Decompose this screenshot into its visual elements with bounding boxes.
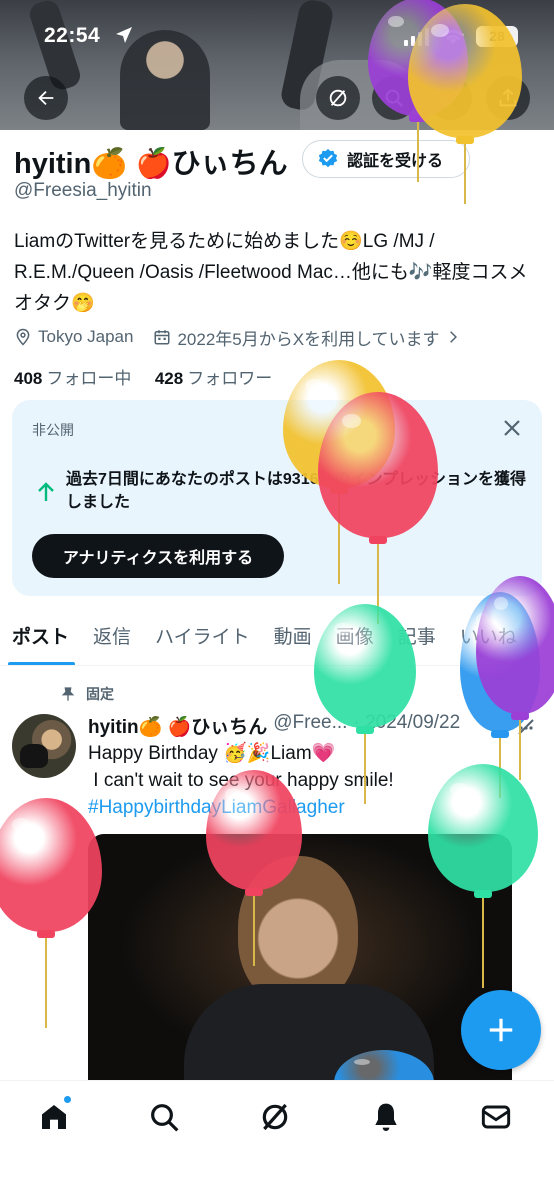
post-author-name[interactable]: hyitin🍊 🍎ひぃちん	[88, 712, 267, 739]
location-pin-icon	[16, 328, 30, 346]
nav-search[interactable]	[148, 1101, 184, 1137]
following-label: フォロー中	[46, 369, 132, 388]
growth-arrow-icon	[38, 482, 54, 501]
banner-photo-figure	[120, 30, 210, 130]
tab-highlights[interactable]: ハイライト	[143, 612, 262, 665]
notifications-bell-icon	[375, 1103, 397, 1131]
profile-display-name: hyitin🍊 🍎ひぃちん	[14, 148, 288, 180]
profile-location: Tokyo Japan	[38, 327, 134, 346]
nav-messages[interactable]	[480, 1101, 516, 1137]
following-count: 408	[14, 369, 43, 388]
nav-notifications[interactable]	[370, 1101, 406, 1137]
profile-meta: Tokyo Japan 2022年5月からXを利用しています	[14, 324, 466, 350]
nav-grok[interactable]	[259, 1101, 295, 1137]
home-icon	[42, 1105, 66, 1129]
followers-count: 428	[154, 369, 184, 388]
grok-icon	[329, 89, 347, 107]
messages-icon	[481, 1105, 511, 1129]
balloon	[476, 576, 554, 786]
pinned-indicator: 固定	[60, 684, 114, 704]
grok-button[interactable]	[316, 76, 360, 120]
balloon	[206, 770, 302, 972]
private-label: 非公開	[32, 422, 74, 438]
balloon	[318, 392, 438, 630]
search-icon	[151, 1104, 179, 1132]
close-icon[interactable]	[500, 416, 524, 440]
compose-post-button[interactable]	[461, 990, 541, 1070]
grok-icon	[262, 1103, 288, 1131]
back-button[interactable]	[24, 76, 68, 120]
verified-badge-icon	[318, 148, 338, 168]
avatar-cat-shape	[20, 744, 48, 768]
avatar[interactable]	[12, 714, 76, 778]
pin-icon	[61, 687, 75, 701]
balloon	[408, 4, 522, 210]
profile-joined-date[interactable]: 2022年5月からXを利用しています	[177, 325, 439, 350]
plus-icon	[489, 1018, 513, 1042]
profile-handle: @Freesia_hyitin	[14, 180, 152, 201]
analytics-card: 非公開 過去7日間にあなたのポストは9316件のインプレッションを獲得しました …	[12, 400, 542, 596]
back-arrow-icon	[38, 90, 54, 106]
status-time: 22:54	[44, 24, 101, 47]
bottom-nav	[0, 1080, 554, 1200]
balloon	[314, 604, 416, 810]
calendar-icon	[154, 330, 170, 345]
followers-link[interactable]: 428 フォロワー	[155, 369, 272, 388]
balloon	[428, 764, 538, 994]
nav-home[interactable]	[38, 1101, 74, 1137]
tab-replies[interactable]: 返信	[81, 612, 143, 665]
followers-label: フォロワー	[187, 369, 273, 388]
home-notification-dot	[63, 1095, 72, 1104]
following-link[interactable]: 408 フォロー中	[14, 369, 131, 388]
chevron-right-icon	[449, 331, 457, 343]
pinned-label: 固定	[86, 686, 114, 702]
profile-bio: LiamのTwitterを見るために始めました☺️LG /MJ / R.E.M.…	[14, 231, 528, 314]
balloon	[0, 798, 102, 1034]
follow-stats: 408 フォロー中 428 フォロワー	[14, 364, 272, 389]
analytics-button[interactable]: アナリティクスを利用する	[32, 534, 284, 578]
location-services-icon	[116, 27, 132, 43]
tab-posts[interactable]: ポスト	[0, 612, 81, 665]
